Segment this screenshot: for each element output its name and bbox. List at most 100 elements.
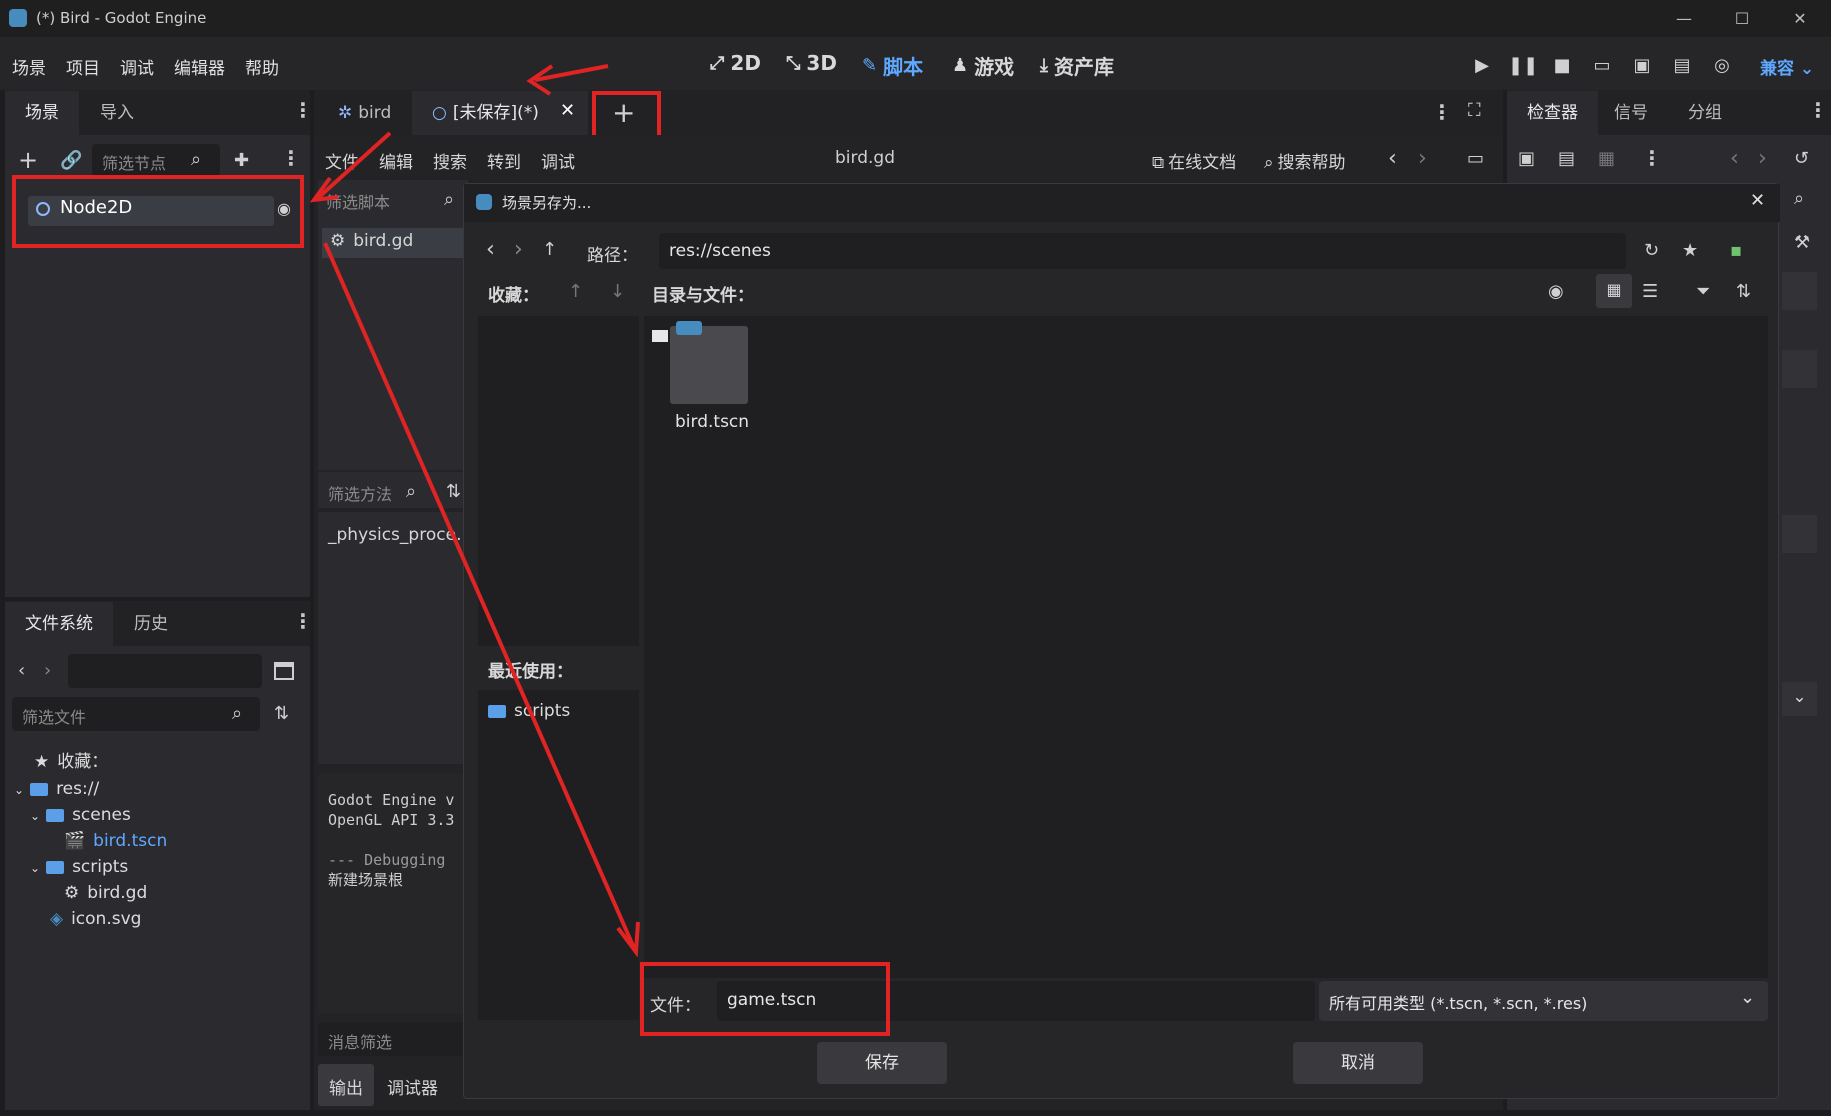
up-arrow-icon[interactable]: ↑ xyxy=(542,239,557,260)
method-item[interactable]: _physics_proce… xyxy=(328,525,473,545)
scene-dock-menu-icon[interactable]: ⋮ xyxy=(293,98,313,122)
cancel-button[interactable]: 取消 xyxy=(1293,1042,1423,1084)
tab-debugger[interactable]: 调试器 xyxy=(387,1074,438,1099)
scene-tree-menu-icon[interactable]: ⋮ xyxy=(281,146,301,170)
close-tab-icon[interactable]: ✕ xyxy=(560,100,575,121)
fullscreen-icon[interactable]: ⛶ xyxy=(1468,100,1481,121)
tab-import[interactable]: 导入 xyxy=(80,91,154,135)
file-filter-input[interactable]: 筛选文件 xyxy=(12,697,260,731)
grid-view-icon[interactable]: ▦ xyxy=(1596,274,1632,308)
mode-game-button[interactable]: ♟ 游戏 xyxy=(952,51,1014,80)
forward-icon[interactable]: › xyxy=(44,660,51,681)
tab-history[interactable]: 历史 xyxy=(114,602,188,646)
new-resource-icon[interactable]: ▣ xyxy=(1518,148,1535,169)
play-icon[interactable]: ▶ xyxy=(1468,52,1496,80)
path-input[interactable]: res://scenes xyxy=(659,233,1626,269)
history-back-icon[interactable]: ‹ xyxy=(1730,146,1739,171)
link-icon[interactable]: 🔗 xyxy=(60,150,82,171)
tab-bird[interactable]: ✲ bird xyxy=(318,91,411,135)
script-menu-goto[interactable]: 转到 xyxy=(487,148,521,173)
history-icon[interactable]: ↺ xyxy=(1794,148,1809,169)
tab-inspector[interactable]: 检查器 xyxy=(1507,91,1598,135)
fs-favorites[interactable]: ★ 收藏： xyxy=(34,749,108,775)
online-docs-button[interactable]: ⧉ 在线文档 xyxy=(1152,148,1236,173)
save-disk-icon[interactable]: ▦ xyxy=(1598,148,1615,169)
prev-script-icon[interactable]: ‹ xyxy=(1388,146,1397,171)
fs-dock-menu-icon[interactable]: ⋮ xyxy=(293,609,313,633)
move-up-icon[interactable]: ↑ xyxy=(568,281,583,302)
sort-icon[interactable]: ⇅ xyxy=(1736,281,1751,302)
menu-help[interactable]: 帮助 xyxy=(245,54,279,79)
sort-icon[interactable]: ⇅ xyxy=(274,703,289,724)
menu-debug[interactable]: 调试 xyxy=(120,54,154,79)
chevron-down-icon[interactable]: ⌄ xyxy=(1782,682,1817,716)
filter-icon[interactable]: ⏷ xyxy=(1696,281,1710,302)
tab-scene[interactable]: 场景 xyxy=(5,91,79,135)
method-filter-input[interactable]: 筛选方法 xyxy=(328,481,392,505)
play-scene-icon[interactable]: ▣ xyxy=(1628,52,1656,80)
pause-icon[interactable]: ❚❚ xyxy=(1508,52,1538,80)
save-button[interactable]: 保存 xyxy=(817,1042,947,1084)
search-node-icon[interactable]: ⌕ xyxy=(1794,188,1804,209)
script-menu-edit[interactable]: 编辑 xyxy=(379,148,413,173)
refresh-icon[interactable]: ↻ xyxy=(1644,240,1659,261)
mode-assetlib-button[interactable]: ⤓ 资产库 xyxy=(1040,51,1114,80)
script-menu-debug[interactable]: 调试 xyxy=(541,148,575,173)
list-view-icon[interactable]: ☰ xyxy=(1642,281,1658,302)
back-icon[interactable]: ‹ xyxy=(486,237,495,262)
tools-icon[interactable]: ⚒ xyxy=(1794,232,1810,253)
move-down-icon[interactable]: ↓ xyxy=(610,281,625,302)
dialog-close-icon[interactable]: ✕ xyxy=(1750,190,1765,211)
fs-row-icon-svg[interactable]: ◈ icon.svg xyxy=(50,906,141,932)
history-forward-icon[interactable]: › xyxy=(1758,146,1767,171)
file-type-select[interactable]: 所有可用类型 (*.tscn, *.scn, *.res) xyxy=(1319,981,1768,1021)
script-filter-input[interactable]: 筛选脚本 xyxy=(326,189,390,213)
inspector-menu-icon[interactable]: ⋮ xyxy=(1808,98,1828,122)
menu-scene[interactable]: 场景 xyxy=(12,54,46,79)
resource-menu-icon[interactable]: ⋮ xyxy=(1642,146,1662,170)
tab-filesystem[interactable]: 文件系统 xyxy=(5,602,113,646)
remote-debug-icon[interactable]: ▭ xyxy=(1588,52,1616,80)
script-menu-search[interactable]: 搜索 xyxy=(433,148,467,173)
renderer-compat[interactable]: 兼容 ⌄ xyxy=(1760,54,1814,79)
open-folder-icon[interactable]: ▤ xyxy=(1558,148,1575,169)
menu-editor[interactable]: 编辑器 xyxy=(174,54,225,79)
fs-row-bird-tscn[interactable]: 🎬 bird.tscn xyxy=(64,828,167,854)
show-hidden-eye-icon[interactable]: ◉ xyxy=(1548,281,1564,302)
path-label: 路径： xyxy=(587,246,638,266)
split-mode-icon[interactable] xyxy=(274,662,294,680)
recent-item-scripts[interactable]: scripts xyxy=(488,698,570,724)
fs-path-input[interactable] xyxy=(68,654,262,688)
file-thumbnail[interactable] xyxy=(670,326,748,404)
mode-3d-button[interactable]: ⤡ 3D xyxy=(786,51,837,75)
sort-icon[interactable]: ⇅ xyxy=(446,481,461,502)
star-icon[interactable]: ★ xyxy=(1682,240,1698,261)
file-name[interactable]: bird.tscn xyxy=(675,412,749,432)
message-filter-input[interactable]: 消息筛选 xyxy=(318,1022,468,1056)
fs-row-bird-gd[interactable]: ⚙ bird.gd xyxy=(64,880,147,906)
attach-script-icon[interactable]: ✚ xyxy=(234,150,249,171)
editor-menu-icon[interactable]: ⋮ xyxy=(1432,100,1452,124)
fs-row-scenes[interactable]: ⌄ scenes xyxy=(30,802,131,828)
search-help-button[interactable]: ⌕ 搜索帮助 xyxy=(1264,148,1346,173)
close-window-icon[interactable]: ✕ xyxy=(1780,6,1820,32)
movie-maker-icon[interactable]: ◎ xyxy=(1708,52,1736,80)
next-script-icon[interactable]: › xyxy=(1418,146,1427,171)
minimize-icon[interactable]: — xyxy=(1664,6,1704,32)
menu-project[interactable]: 项目 xyxy=(66,54,100,79)
add-node-icon[interactable]: + xyxy=(18,146,38,174)
back-icon[interactable]: ‹ xyxy=(18,660,25,681)
float-window-icon[interactable]: ▭ xyxy=(1467,148,1484,169)
maximize-icon[interactable]: ☐ xyxy=(1722,6,1762,32)
new-folder-icon[interactable]: ▪ xyxy=(1730,240,1742,261)
mode-2d-button[interactable]: ⤢ 2D xyxy=(710,51,761,75)
script-menu-file[interactable]: 文件 xyxy=(325,148,359,173)
tab-signals[interactable]: 信号 xyxy=(1594,91,1668,135)
fs-row-res[interactable]: ⌄ res:// xyxy=(14,776,99,802)
tab-groups[interactable]: 分组 xyxy=(1668,91,1742,135)
stop-icon[interactable]: ■ xyxy=(1548,52,1576,80)
mode-script-button[interactable]: ✎ 脚本 xyxy=(862,51,923,80)
play-custom-icon[interactable]: ▤ xyxy=(1668,52,1696,80)
fs-row-scripts[interactable]: ⌄ scripts xyxy=(30,854,128,880)
forward-icon[interactable]: › xyxy=(514,237,523,262)
